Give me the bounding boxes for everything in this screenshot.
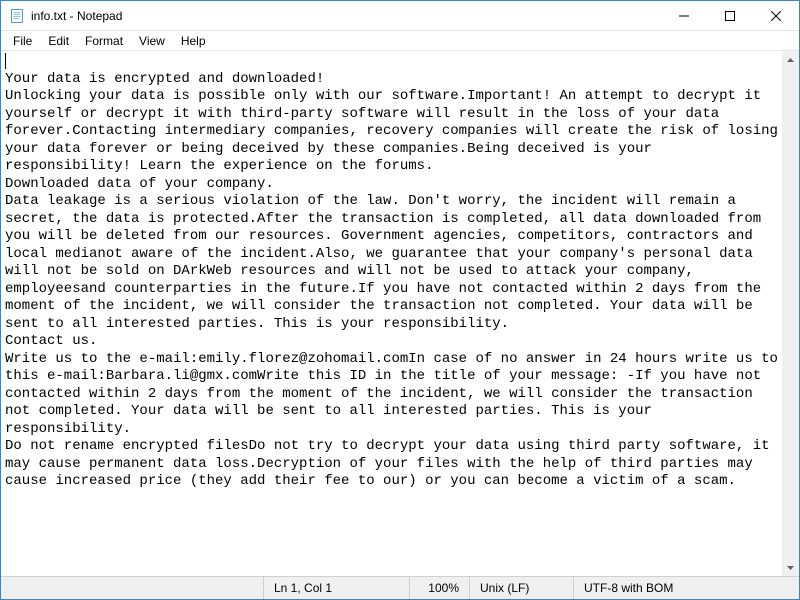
status-empty	[1, 577, 263, 599]
scroll-up-button[interactable]	[782, 51, 799, 68]
status-line-ending: Unix (LF)	[469, 577, 573, 599]
window-title: info.txt - Notepad	[31, 9, 122, 23]
menu-bar: File Edit Format View Help	[1, 31, 799, 51]
menu-help[interactable]: Help	[173, 32, 214, 50]
notepad-app-icon	[9, 8, 25, 24]
status-encoding: UTF-8 with BOM	[573, 577, 799, 599]
menu-format[interactable]: Format	[77, 32, 131, 50]
scroll-track[interactable]	[782, 68, 799, 559]
minimize-button[interactable]	[661, 1, 707, 31]
menu-file[interactable]: File	[5, 32, 40, 50]
vertical-scrollbar[interactable]	[782, 51, 799, 576]
maximize-button[interactable]	[707, 1, 753, 31]
status-zoom: 100%	[409, 577, 469, 599]
status-bar: Ln 1, Col 1 100% Unix (LF) UTF-8 with BO…	[1, 576, 799, 599]
document-text: Your data is encrypted and downloaded! U…	[5, 71, 782, 490]
title-bar: info.txt - Notepad	[1, 1, 799, 31]
text-caret	[5, 53, 6, 69]
menu-view[interactable]: View	[131, 32, 173, 50]
close-button[interactable]	[753, 1, 799, 31]
menu-edit[interactable]: Edit	[40, 32, 77, 50]
editor-area: Your data is encrypted and downloaded! U…	[1, 51, 799, 576]
text-editor[interactable]: Your data is encrypted and downloaded! U…	[1, 51, 782, 576]
scroll-down-button[interactable]	[782, 559, 799, 576]
status-line-col: Ln 1, Col 1	[263, 577, 409, 599]
